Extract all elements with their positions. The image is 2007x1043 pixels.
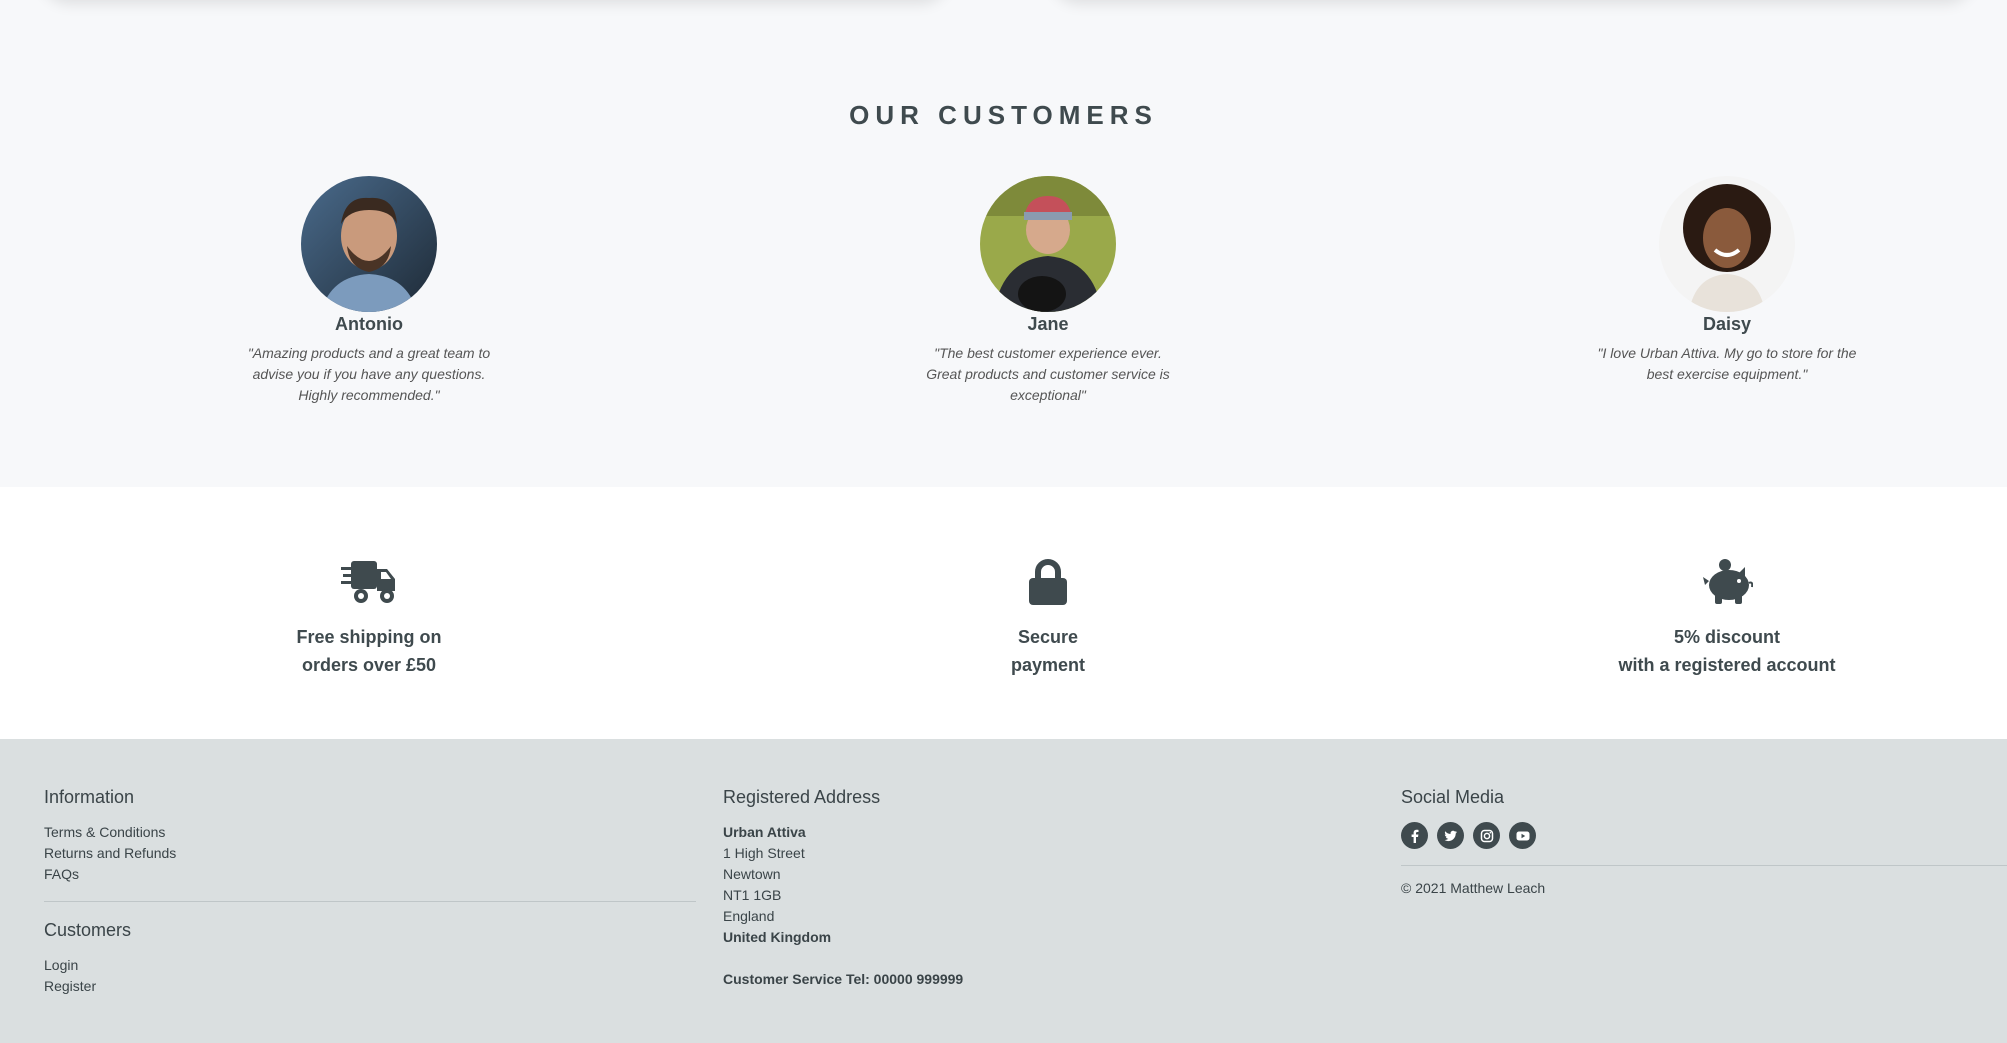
customer-name: Jane (1027, 314, 1069, 334)
feature-line: with a registered account (1618, 655, 1836, 675)
address-line: 1 High Street (723, 845, 805, 861)
feature-text: Free shipping on orders over £50 (169, 623, 569, 679)
features-section: Free shipping on orders over £50 Secure … (0, 487, 2007, 739)
login-link[interactable]: Login (44, 955, 696, 976)
address-country: United Kingdom (723, 929, 832, 945)
instagram-icon[interactable] (1473, 822, 1500, 849)
footer-heading: Registered Address (723, 787, 881, 807)
customer-quote: "The best customer experience ever. Grea… (926, 345, 1170, 403)
feature-shipping: Free shipping on orders over £50 (169, 557, 569, 679)
divider (44, 901, 696, 902)
returns-link[interactable]: Returns and Refunds (44, 843, 696, 864)
footer-column-social: Social Media © 2021 Matthew Leach (1401, 787, 2007, 896)
register-link[interactable]: Register (44, 976, 696, 997)
feature-line: orders over £50 (301, 655, 437, 675)
customer-card: Daisy "I love Urban Attiva. My go to sto… (1577, 176, 1877, 385)
avatar (980, 176, 1116, 312)
avatar (301, 176, 437, 312)
footer-heading: Information (44, 787, 135, 807)
footer-heading: Customers (44, 920, 132, 940)
feature-line: 5% discount (1673, 627, 1780, 647)
faqs-link[interactable]: FAQs (44, 864, 696, 885)
feature-line: Free shipping on (296, 627, 442, 647)
address-line: NT1 1GB (723, 887, 782, 903)
lock-icon (848, 557, 1248, 605)
feature-secure: Secure payment (848, 557, 1248, 679)
customer-name: Antonio (335, 314, 403, 334)
facebook-icon[interactable] (1401, 822, 1428, 849)
address-line: England (723, 908, 775, 924)
social-icons (1401, 822, 2007, 849)
customer-quote: "Amazing products and a great team to ad… (247, 345, 491, 403)
section-title: OUR CUSTOMERS (849, 100, 1158, 130)
customer-quote: "I love Urban Attiva. My go to store for… (1597, 345, 1857, 382)
divider (1401, 865, 2007, 866)
youtube-icon[interactable] (1509, 822, 1536, 849)
shipping-fast-icon (169, 557, 569, 605)
feature-text: Secure payment (848, 623, 1248, 679)
address-line: Newtown (723, 866, 781, 882)
customer-service-tel: Customer Service Tel: 00000 999999 (723, 971, 964, 987)
footer-column-information: Information Terms & Conditions Returns a… (44, 787, 696, 997)
terms-link[interactable]: Terms & Conditions (44, 822, 696, 843)
feature-line: payment (1010, 655, 1086, 675)
customer-name: Daisy (1702, 314, 1752, 334)
piggy-bank-icon (1527, 557, 1927, 605)
customers-section: OUR CUSTOMERS Antonio "Amazing products … (0, 30, 2007, 487)
footer-column-address: Registered Address Urban Attiva 1 High S… (723, 787, 1323, 990)
avatar (1659, 176, 1795, 312)
top-cards-edge (0, 0, 2007, 30)
feature-line: Secure (1017, 627, 1079, 647)
copyright: © 2021 Matthew Leach (1401, 880, 1546, 896)
site-footer: Information Terms & Conditions Returns a… (0, 739, 2007, 1043)
customer-card: Antonio "Amazing products and a great te… (219, 176, 519, 406)
company-name: Urban Attiva (723, 824, 806, 840)
footer-heading: Social Media (1401, 787, 1505, 807)
feature-text: 5% discount with a registered account (1527, 623, 1927, 679)
customer-card: Jane "The best customer experience ever.… (898, 176, 1198, 406)
feature-discount: 5% discount with a registered account (1527, 557, 1927, 679)
twitter-icon[interactable] (1437, 822, 1464, 849)
